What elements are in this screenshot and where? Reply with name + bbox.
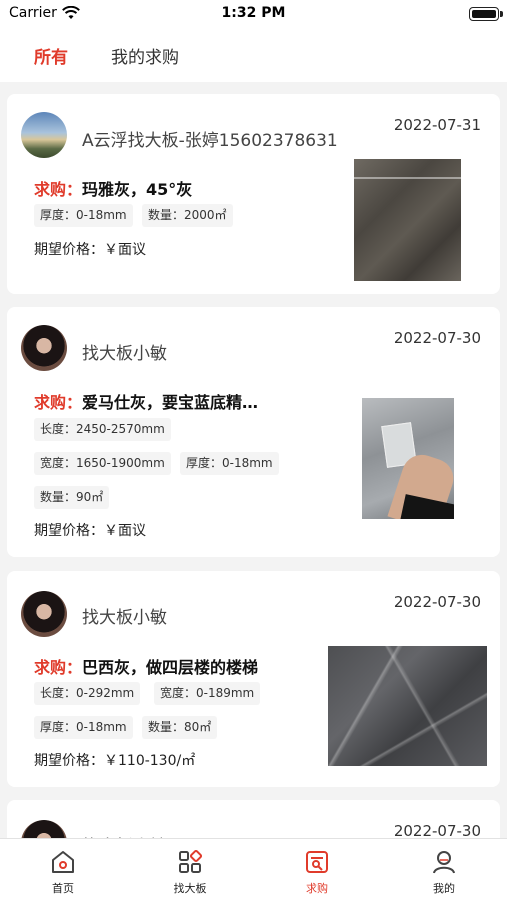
tab-all[interactable]: 所有 bbox=[34, 43, 68, 68]
battery-icon bbox=[469, 7, 503, 21]
spec-tag-thickness: 厚度：0-18mm bbox=[34, 716, 133, 739]
tabbar-label: 我的 bbox=[433, 882, 455, 895]
post-date: 2022-07-31 bbox=[393, 116, 481, 134]
purchase-icon bbox=[306, 851, 328, 873]
purchase-item: 玛雅灰，45°灰 bbox=[82, 180, 193, 199]
expected-price: 期望价格：￥面议 bbox=[34, 523, 146, 539]
stone-photo[interactable] bbox=[354, 159, 461, 281]
stone-photo[interactable] bbox=[362, 398, 454, 519]
purchase-item: 巴西灰，做四层楼的楼梯 bbox=[82, 658, 259, 677]
poster-name: 找大板小敏 bbox=[82, 608, 167, 628]
stone-photo[interactable] bbox=[328, 646, 487, 766]
avatar bbox=[21, 591, 67, 637]
purchase-prefix: 求购： bbox=[34, 180, 83, 199]
post-date: 2022-07-30 bbox=[393, 593, 481, 611]
purchase-title: 求购：爱马仕灰，要宝蓝底精… bbox=[34, 389, 258, 413]
purchase-title: 求购：玛雅灰，45°灰 bbox=[34, 176, 192, 200]
purchase-card[interactable]: 找大板小敏 2022-07-30 求购：巴西灰，做四层楼的楼梯 长度：0-292… bbox=[7, 571, 500, 787]
tabbar-item-me[interactable]: 我的 bbox=[381, 839, 507, 900]
post-date: 2022-07-30 bbox=[393, 329, 481, 347]
tabbar-label: 首页 bbox=[52, 882, 74, 895]
tab-my-purchases[interactable]: 我的求购 bbox=[111, 43, 179, 68]
tabbar-item-purchase[interactable]: 求购 bbox=[254, 839, 380, 900]
expected-price: 期望价格：￥面议 bbox=[34, 242, 146, 258]
spec-tag-quantity: 数量：80㎡ bbox=[142, 716, 218, 739]
purchase-card[interactable]: 找大板小敏 2022-07-30 求购：爱马仕灰，要宝蓝底精… 长度：2450-… bbox=[7, 307, 500, 557]
expected-price: 期望价格：￥110-130/㎡ bbox=[34, 753, 196, 769]
home-icon bbox=[52, 851, 74, 873]
spec-tag-length: 长度：0-292mm bbox=[34, 682, 141, 705]
spec-tag-quantity: 数量：90㎡ bbox=[34, 486, 110, 509]
spec-tag-thickness: 厚度：0-18mm bbox=[180, 452, 279, 475]
purchase-card[interactable]: A云浮找大板-张婷15602378631 2022-07-31 求购：玛雅灰，4… bbox=[7, 94, 500, 294]
spec-tag-length: 长度：2450-2570mm bbox=[34, 418, 171, 441]
status-bar: Carrier 1:32 PM bbox=[0, 0, 507, 28]
spec-tag-width: 宽度：0-189mm bbox=[154, 682, 261, 705]
spec-tag-width: 宽度：1650-1900mm bbox=[34, 452, 171, 475]
avatar bbox=[21, 325, 67, 371]
spec-tag-thickness: 厚度：0-18mm bbox=[34, 204, 133, 227]
clock: 1:32 PM bbox=[221, 5, 286, 21]
purchase-prefix: 求购： bbox=[34, 393, 83, 412]
tabbar-item-find-slab[interactable]: 找大板 bbox=[127, 839, 253, 900]
spec-tag-quantity: 数量：2000㎡ bbox=[142, 204, 233, 227]
poster-name: A云浮找大板-张婷15602378631 bbox=[82, 131, 338, 151]
user-icon bbox=[433, 851, 455, 874]
tabbar-label: 找大板 bbox=[173, 882, 207, 895]
purchase-prefix: 求购： bbox=[34, 658, 83, 677]
grid-icon bbox=[179, 849, 203, 873]
bottom-tab-bar: 首页 找大板 求购 我的 bbox=[0, 838, 507, 900]
purchase-title: 求购：巴西灰，做四层楼的楼梯 bbox=[34, 654, 258, 678]
poster-name: 找大板小敏 bbox=[82, 344, 167, 364]
purchase-item: 爱马仕灰，要宝蓝底精… bbox=[82, 393, 259, 412]
tabbar-item-home[interactable]: 首页 bbox=[0, 839, 126, 900]
top-tabs: 所有 我的求购 bbox=[0, 28, 507, 82]
avatar bbox=[21, 112, 67, 158]
tabbar-label: 求购 bbox=[306, 882, 328, 895]
